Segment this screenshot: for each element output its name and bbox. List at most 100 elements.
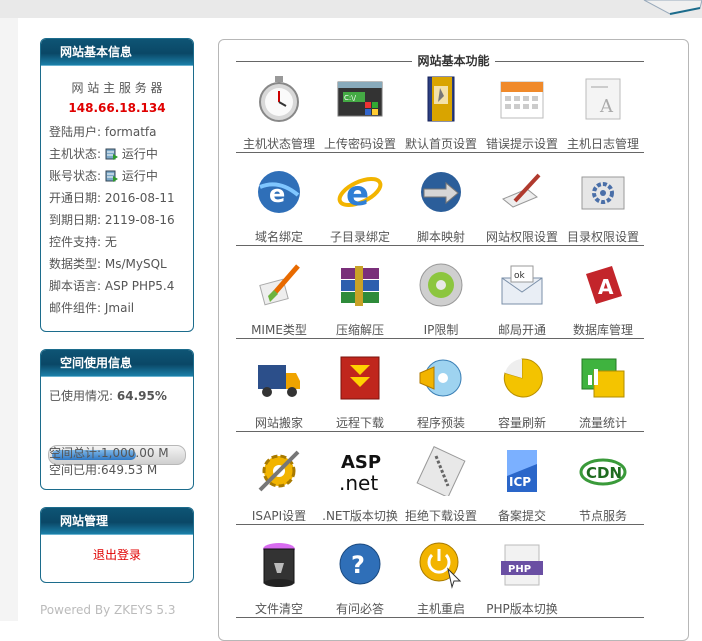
- logout-link[interactable]: 退出登录: [41, 546, 193, 563]
- cd-install-icon: [419, 359, 462, 397]
- server-status-icon: [105, 170, 118, 182]
- tile-label: 上传密码设置: [323, 137, 396, 151]
- user-row: 登陆用户: formatfa: [49, 123, 157, 140]
- tile-label: 主机日志管理: [566, 137, 639, 151]
- tile-default-home[interactable]: 默认首页设置: [400, 74, 482, 152]
- host-status-label: 主机状态:: [49, 147, 102, 161]
- tile-qa[interactable]: ? 有问必答: [319, 539, 401, 617]
- tile-label: IP限制: [423, 323, 459, 337]
- tile-host-status[interactable]: 主机状态管理: [238, 74, 320, 152]
- download-arrow-icon: [340, 356, 380, 400]
- tile-mime[interactable]: MIME类型: [238, 260, 320, 338]
- space-used-row: 已使用情况: 64.95%: [49, 387, 167, 404]
- tile-traffic-stats[interactable]: 流量统计: [562, 353, 644, 431]
- stopwatch-icon: [259, 76, 299, 122]
- db-value: Ms/MySQL: [104, 257, 167, 271]
- space-used-label: 已使用情况:: [49, 389, 114, 403]
- tile-deny-download[interactable]: 拒绝下载设置: [400, 446, 482, 524]
- mail-value: Jmail: [104, 301, 135, 315]
- tile-icp-submit[interactable]: ICP 备案提交: [481, 446, 563, 524]
- svg-text:PHP: PHP: [508, 564, 531, 575]
- server-label: 网 站 主 服 务 器: [71, 81, 163, 95]
- db-row: 数据类型: Ms/MySQL: [49, 255, 167, 272]
- svg-text:A: A: [599, 96, 614, 117]
- tile-label: 流量统计: [578, 416, 627, 430]
- control-label: 控件支持:: [49, 235, 102, 249]
- site-mgmt-panel: 网站管理 退出登录: [40, 507, 194, 583]
- tile-subdir-bind[interactable]: e 子目录绑定: [319, 167, 401, 245]
- tile-label: 邮局开通: [497, 323, 546, 337]
- tile-domain-bind[interactable]: e 域名绑定: [238, 167, 320, 245]
- host-status-value: 运行中: [121, 147, 158, 161]
- functions-panel: 网站基本功能 主机状态管理 C:\/ 上传密码设置 默认首页设置 错误提示设置 …: [218, 39, 689, 641]
- tile-preinstall[interactable]: 程序预装: [400, 353, 482, 431]
- tile-remote-download[interactable]: 远程下载: [319, 353, 401, 431]
- tile-script-mapping[interactable]: 脚本映射: [400, 167, 482, 245]
- row-divider: [236, 245, 644, 246]
- control-row: 控件支持: 无: [49, 233, 117, 250]
- tile-site-permission[interactable]: 网站权限设置: [481, 167, 563, 245]
- tile-label: 有问必答: [335, 602, 384, 616]
- brush-icon: [259, 264, 300, 306]
- tile-label: 主机状态管理: [242, 137, 315, 151]
- space-info-title: 空间使用信息: [41, 350, 193, 377]
- tile-label: MIME类型: [251, 323, 307, 337]
- powered-by: Powered By ZKEYS 5.3: [40, 603, 176, 617]
- svg-text:A: A: [598, 275, 614, 299]
- site-mgmt-title: 网站管理: [41, 508, 193, 535]
- top-bar: [0, 0, 702, 18]
- tile-label: 节点服务: [578, 509, 627, 523]
- tile-label: 错误提示设置: [485, 137, 558, 151]
- row-divider: [236, 431, 644, 432]
- tile-file-clear[interactable]: 文件清空: [238, 539, 320, 617]
- tile-database[interactable]: A 数据库管理: [562, 260, 644, 338]
- tile-label: 文件清空: [254, 602, 303, 616]
- access-icon: A: [586, 266, 622, 304]
- tile-compress[interactable]: 压缩解压: [319, 260, 401, 338]
- book-icon: [427, 76, 455, 122]
- svg-text:?: ?: [351, 551, 365, 579]
- control-value: 无: [104, 235, 117, 249]
- open-date-row: 开通日期: 2016-08-11: [49, 189, 175, 206]
- ie-icon: e: [337, 174, 383, 214]
- tile-php-version[interactable]: PHP PHP版本切换: [481, 539, 563, 617]
- chart-window-icon: [581, 358, 625, 398]
- tile-isapi[interactable]: ISAPI设置: [238, 446, 320, 524]
- script-row: 脚本语言: ASP PHP5.4: [49, 277, 174, 294]
- tile-upload-password[interactable]: C:\/ 上传密码设置: [319, 74, 401, 152]
- expire-date-label: 到期日期:: [49, 213, 102, 227]
- tile-dotnet-version[interactable]: ASP .net .NET版本切换: [319, 446, 401, 524]
- tile-mailbox[interactable]: ok 邮局开通: [481, 260, 563, 338]
- tile-label: 远程下载: [335, 416, 384, 430]
- question-icon: ?: [339, 543, 381, 585]
- left-strip: [0, 18, 18, 621]
- site-info-panel: 网站基本信息 网 站 主 服 务 器 148.66.18.134 登陆用户: f…: [40, 38, 194, 332]
- open-date-label: 开通日期:: [49, 191, 102, 205]
- gear-tools-icon: [258, 450, 300, 492]
- db-label: 数据类型:: [49, 257, 102, 271]
- tile-node-service[interactable]: CDN 节点服务: [562, 446, 644, 524]
- expire-date-value: 2119-08-16: [104, 213, 175, 227]
- svg-text:e: e: [346, 174, 369, 214]
- host-status-row: 主机状态: 运行中: [49, 145, 158, 162]
- tile-ip-limit[interactable]: IP限制: [400, 260, 482, 338]
- tile-dir-permission[interactable]: 目录权限设置: [562, 167, 644, 245]
- tile-host-restart[interactable]: 主机重启: [400, 539, 482, 617]
- tile-site-move[interactable]: 网站搬家: [238, 353, 320, 431]
- tile-host-log[interactable]: A 主机日志管理: [562, 74, 644, 152]
- site-info-title: 网站基本信息: [41, 39, 193, 66]
- row-divider: [236, 617, 644, 618]
- row-divider: [236, 338, 644, 339]
- tile-label: 容量刷新: [497, 416, 546, 430]
- tile-error-page[interactable]: 错误提示设置: [481, 74, 563, 152]
- tile-label: 域名绑定: [254, 230, 303, 244]
- mail-label: 邮件组件:: [49, 301, 102, 315]
- svg-text:.net: .net: [339, 471, 378, 495]
- asp-net-icon: ASP.net: [339, 452, 381, 495]
- zip-file-icon: [416, 446, 466, 498]
- tile-label: 数据库管理: [572, 323, 633, 337]
- tile-capacity-refresh[interactable]: 容量刷新: [481, 353, 563, 431]
- open-date-value: 2016-08-11: [104, 191, 175, 205]
- globe-arrows-icon: [421, 172, 461, 212]
- svg-text:C:\/: C:\/: [344, 94, 357, 102]
